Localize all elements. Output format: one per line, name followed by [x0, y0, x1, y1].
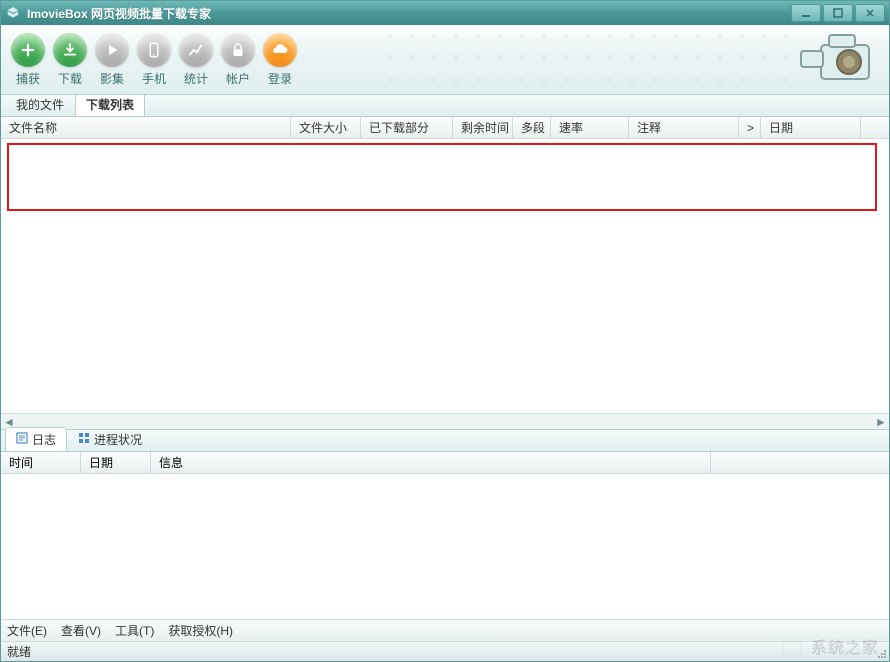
- stats-icon: [179, 33, 213, 67]
- camera-decoration-icon: [791, 27, 881, 91]
- log-icon: [16, 432, 28, 447]
- toolbar-label: 帐户: [226, 70, 250, 87]
- minimize-button[interactable]: [791, 4, 821, 22]
- maximize-button[interactable]: [823, 4, 853, 22]
- download-list-header: 文件名称文件大小已下载部分剩余时间多段速率注释>日期: [1, 117, 889, 139]
- toolbar-label: 影集: [100, 70, 124, 87]
- lower-tab-strip: 日志 进程状况: [1, 430, 889, 452]
- upper-tab-strip: 我的文件下载列表: [1, 95, 889, 117]
- download-list-body[interactable]: [1, 139, 889, 413]
- app-window: ImovieBox 网页视频批量下载专家 捕获 下载 影集 手机 统计 帐户 登录 我的文件…: [0, 0, 890, 662]
- download-icon: [53, 33, 87, 67]
- column-header[interactable]: 文件大小: [291, 117, 361, 138]
- column-header[interactable]: 多段: [513, 117, 551, 138]
- column-header[interactable]: 注释: [629, 117, 739, 138]
- watermark-text: 系统之家: [811, 634, 879, 658]
- lower-tab-label: 进程状况: [94, 431, 142, 448]
- toolbar-phone-button[interactable]: 手机: [135, 33, 173, 87]
- title-bar[interactable]: ImovieBox 网页视频批量下载专家: [1, 1, 889, 25]
- lock-icon: [221, 33, 255, 67]
- toolbar-capture-button[interactable]: 捕获: [9, 33, 47, 87]
- toolbar-play-button[interactable]: 影集: [93, 33, 131, 87]
- main-toolbar: 捕获 下载 影集 手机 统计 帐户 登录: [1, 25, 889, 95]
- window-title: ImovieBox 网页视频批量下载专家: [27, 5, 791, 22]
- menu-bar: 文件(E) 查看(V) 工具(T) 获取授权(H): [1, 619, 889, 641]
- column-header[interactable]: 已下载部分: [361, 117, 453, 138]
- log-columns-header: 时间日期信息: [1, 452, 889, 474]
- toolbar-stats-button[interactable]: 统计: [177, 33, 215, 87]
- menu-item[interactable]: 文件(E): [7, 622, 47, 639]
- toolbar-label: 统计: [184, 70, 208, 87]
- lower-tab-log[interactable]: 日志: [5, 427, 67, 451]
- menu-item[interactable]: 获取授权(H): [168, 622, 233, 639]
- close-button[interactable]: [855, 4, 885, 22]
- status-bar: 就绪 系统之家: [1, 641, 889, 661]
- lower-tab-process[interactable]: 进程状况: [67, 427, 153, 451]
- capture-icon: [11, 33, 45, 67]
- tab-my-files[interactable]: 我的文件: [5, 92, 75, 116]
- log-column-header[interactable]: 信息: [151, 452, 711, 473]
- play-icon: [95, 33, 129, 67]
- phone-icon: [137, 33, 171, 67]
- toolbar-label: 捕获: [16, 70, 40, 87]
- lower-tab-label: 日志: [32, 431, 56, 448]
- log-body[interactable]: [1, 474, 889, 619]
- toolbar-label: 登录: [268, 70, 292, 87]
- toolbar-label: 下载: [58, 70, 82, 87]
- toolbar-lock-button[interactable]: 帐户: [219, 33, 257, 87]
- column-header[interactable]: 速率: [551, 117, 629, 138]
- grid-icon: [78, 432, 90, 447]
- app-icon: [5, 5, 21, 21]
- column-header[interactable]: 日期: [761, 117, 861, 138]
- watermark: 系统之家: [779, 633, 879, 659]
- log-column-header[interactable]: 日期: [81, 452, 151, 473]
- toolbar-label: 手机: [142, 70, 166, 87]
- log-column-header[interactable]: 时间: [1, 452, 81, 473]
- menu-item[interactable]: 查看(V): [61, 622, 101, 639]
- scroll-right-icon[interactable]: ►: [873, 415, 889, 429]
- status-text: 就绪: [7, 643, 31, 660]
- menu-item[interactable]: 工具(T): [115, 622, 154, 639]
- toolbar-download-button[interactable]: 下载: [51, 33, 89, 87]
- toolbar-cloud-button[interactable]: 登录: [261, 33, 299, 87]
- resize-grip-icon[interactable]: [875, 647, 887, 659]
- toolbar-decoration: [379, 25, 799, 94]
- cloud-icon: [263, 33, 297, 67]
- highlight-annotation: [7, 143, 877, 211]
- column-header[interactable]: >: [739, 117, 761, 138]
- tab-download-list[interactable]: 下载列表: [75, 92, 145, 116]
- column-header[interactable]: 剩余时间: [453, 117, 513, 138]
- column-header[interactable]: 文件名称: [1, 117, 291, 138]
- lower-panel: 日志 进程状况 时间日期信息: [1, 429, 889, 619]
- window-controls: [791, 4, 885, 22]
